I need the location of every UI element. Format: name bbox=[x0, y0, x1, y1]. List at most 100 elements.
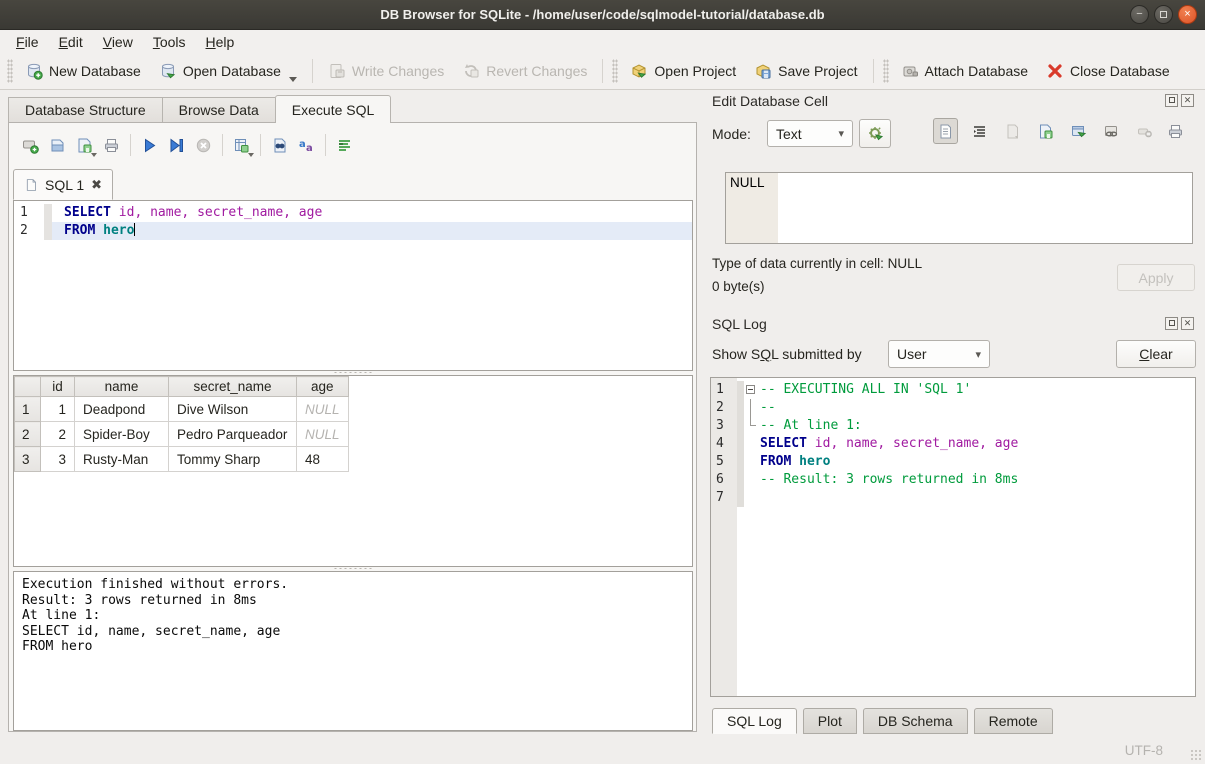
sql-tab-close-icon[interactable]: ✖ bbox=[91, 177, 102, 193]
save-sql-file-button[interactable] bbox=[71, 132, 98, 159]
row-header[interactable]: 1 bbox=[15, 397, 41, 422]
open-project-button[interactable]: Open Project bbox=[621, 57, 745, 86]
encoding-indicator[interactable]: UTF-8 bbox=[1125, 743, 1163, 758]
cell-name[interactable]: Spider-Boy bbox=[75, 422, 169, 447]
auto-switch-mode-button[interactable] bbox=[859, 119, 891, 148]
float-panel-icon[interactable] bbox=[1165, 317, 1178, 330]
cell-age[interactable]: NULL bbox=[297, 422, 349, 447]
cell-secret-name[interactable]: Tommy Sharp bbox=[169, 447, 297, 472]
export-dropdown-caret[interactable] bbox=[248, 153, 254, 157]
save-project-button[interactable]: Save Project bbox=[745, 57, 866, 86]
gear-arrow-icon bbox=[867, 125, 884, 142]
cell-panel-controls: ✕ bbox=[1165, 94, 1194, 107]
column-header-age[interactable]: age bbox=[297, 377, 349, 397]
log-filter-select[interactable]: User▾ bbox=[888, 340, 990, 368]
row-header[interactable]: 2 bbox=[15, 422, 41, 447]
open-in-external-button[interactable] bbox=[1066, 118, 1091, 144]
open-database-dropdown-caret[interactable] bbox=[289, 77, 297, 82]
close-panel-icon[interactable]: ✕ bbox=[1181, 94, 1194, 107]
import-disabled-icon bbox=[1004, 123, 1021, 140]
dock-tab-db-schema[interactable]: DB Schema bbox=[863, 708, 968, 734]
dock-tab-sql-log[interactable]: SQL Log bbox=[712, 708, 797, 734]
execute-all-button[interactable] bbox=[136, 132, 163, 159]
work-area: Database Structure Browse Data Execute S… bbox=[0, 90, 1205, 737]
format-sql-button[interactable]: a a bbox=[293, 132, 320, 159]
clear-log-button[interactable]: Clear bbox=[1116, 340, 1196, 368]
word-wrap-cell-button[interactable] bbox=[967, 118, 992, 144]
cell-secret-name[interactable]: Pedro Parqueador bbox=[169, 422, 297, 447]
row-header[interactable]: 3 bbox=[15, 447, 41, 472]
menu-tools[interactable]: Tools bbox=[143, 32, 196, 52]
maximize-icon bbox=[1160, 11, 1167, 18]
toolbar-handle[interactable] bbox=[7, 59, 13, 83]
tab-execute-sql[interactable]: Execute SQL bbox=[275, 95, 392, 123]
save-sql-dropdown-caret[interactable] bbox=[91, 153, 97, 157]
column-header-name[interactable]: name bbox=[75, 377, 169, 397]
export-cell-data-button[interactable] bbox=[1033, 118, 1058, 144]
execute-line-button[interactable] bbox=[163, 132, 190, 159]
status-bar: UTF-8 bbox=[0, 737, 1205, 764]
dock-tab-remote[interactable]: Remote bbox=[974, 708, 1053, 734]
line-number: 1 bbox=[14, 204, 44, 222]
maximize-button[interactable] bbox=[1154, 5, 1173, 24]
cell-age[interactable]: NULL bbox=[297, 397, 349, 422]
cell-age[interactable]: 48 bbox=[297, 447, 349, 472]
splitter-handle[interactable] bbox=[333, 567, 373, 570]
log-line: 4 SELECT id, name, secret_name, age bbox=[711, 435, 1195, 453]
cell-id[interactable]: 1 bbox=[41, 397, 75, 422]
close-panel-icon[interactable]: ✕ bbox=[1181, 317, 1194, 330]
set-null-button bbox=[1132, 118, 1157, 144]
toolbar-handle[interactable] bbox=[883, 59, 889, 83]
message-line: Execution finished without errors. bbox=[22, 577, 684, 593]
menu-file[interactable]: File bbox=[6, 32, 49, 52]
cell-name[interactable]: Deadpond bbox=[75, 397, 169, 422]
toolbar-separator bbox=[602, 59, 603, 83]
float-panel-icon[interactable] bbox=[1165, 94, 1178, 107]
splitter-handle[interactable] bbox=[333, 371, 373, 374]
dock-tab-plot[interactable]: Plot bbox=[803, 708, 857, 734]
tab-database-structure[interactable]: Database Structure bbox=[8, 97, 162, 123]
export-results-button[interactable] bbox=[228, 132, 255, 159]
open-database-button[interactable]: Open Database bbox=[150, 57, 306, 86]
menu-edit[interactable]: Edit bbox=[49, 32, 93, 52]
new-database-button[interactable]: New Database bbox=[16, 57, 150, 86]
fold-marker-open[interactable] bbox=[744, 381, 760, 399]
toolbar-handle[interactable] bbox=[612, 59, 618, 83]
cell-id[interactable]: 3 bbox=[41, 447, 75, 472]
format-sql-icon: a a bbox=[298, 137, 315, 154]
cell-type-info: Type of data currently in cell: NULL bbox=[712, 256, 922, 271]
cell-name[interactable]: Rusty-Man bbox=[75, 447, 169, 472]
find-button[interactable] bbox=[266, 132, 293, 159]
attach-database-button[interactable]: Attach Database bbox=[892, 57, 1038, 86]
close-database-button[interactable]: Close Database bbox=[1037, 57, 1179, 86]
results-header-row: id name secret_name age bbox=[15, 377, 349, 397]
new-sql-tab-button[interactable] bbox=[17, 132, 44, 159]
menu-help[interactable]: Help bbox=[196, 32, 245, 52]
mode-select[interactable]: Text▾ bbox=[767, 120, 853, 147]
open-sql-file-button[interactable] bbox=[44, 132, 71, 159]
cell-value-editor[interactable]: NULL bbox=[725, 172, 1193, 244]
text-mode-icon-button[interactable] bbox=[933, 118, 958, 144]
resize-grip[interactable] bbox=[1190, 749, 1202, 761]
tab-browse-data[interactable]: Browse Data bbox=[162, 97, 275, 123]
minimize-button[interactable]: − bbox=[1130, 5, 1149, 24]
cell-id[interactable]: 2 bbox=[41, 422, 75, 447]
log-line: 1 -- EXECUTING ALL IN 'SQL 1' bbox=[711, 381, 1195, 399]
write-changes-icon bbox=[328, 62, 346, 80]
sql-editor[interactable]: 1 SELECT id, name, secret_name, age 2 FR… bbox=[13, 200, 693, 371]
editor-line-current: 2 FROM hero bbox=[14, 222, 692, 240]
print-sql-button[interactable] bbox=[98, 132, 125, 159]
sql-editor-tab[interactable]: SQL 1 ✖ bbox=[13, 169, 113, 200]
column-header-secret-name[interactable]: secret_name bbox=[169, 377, 297, 397]
close-button[interactable]: × bbox=[1178, 5, 1197, 24]
menu-view[interactable]: View bbox=[93, 32, 143, 52]
print-cell-button[interactable] bbox=[1163, 118, 1188, 144]
word-wrap-button[interactable] bbox=[331, 132, 358, 159]
column-header-id[interactable]: id bbox=[41, 377, 75, 397]
cell-secret-name[interactable]: Dive Wilson bbox=[169, 397, 297, 422]
link-cell-button[interactable] bbox=[1099, 118, 1124, 144]
external-window-icon bbox=[1070, 123, 1087, 140]
log-line: 3 -- At line 1: bbox=[711, 417, 1195, 435]
sql-toolbar-separator bbox=[130, 134, 131, 156]
corner-header[interactable] bbox=[15, 377, 41, 397]
